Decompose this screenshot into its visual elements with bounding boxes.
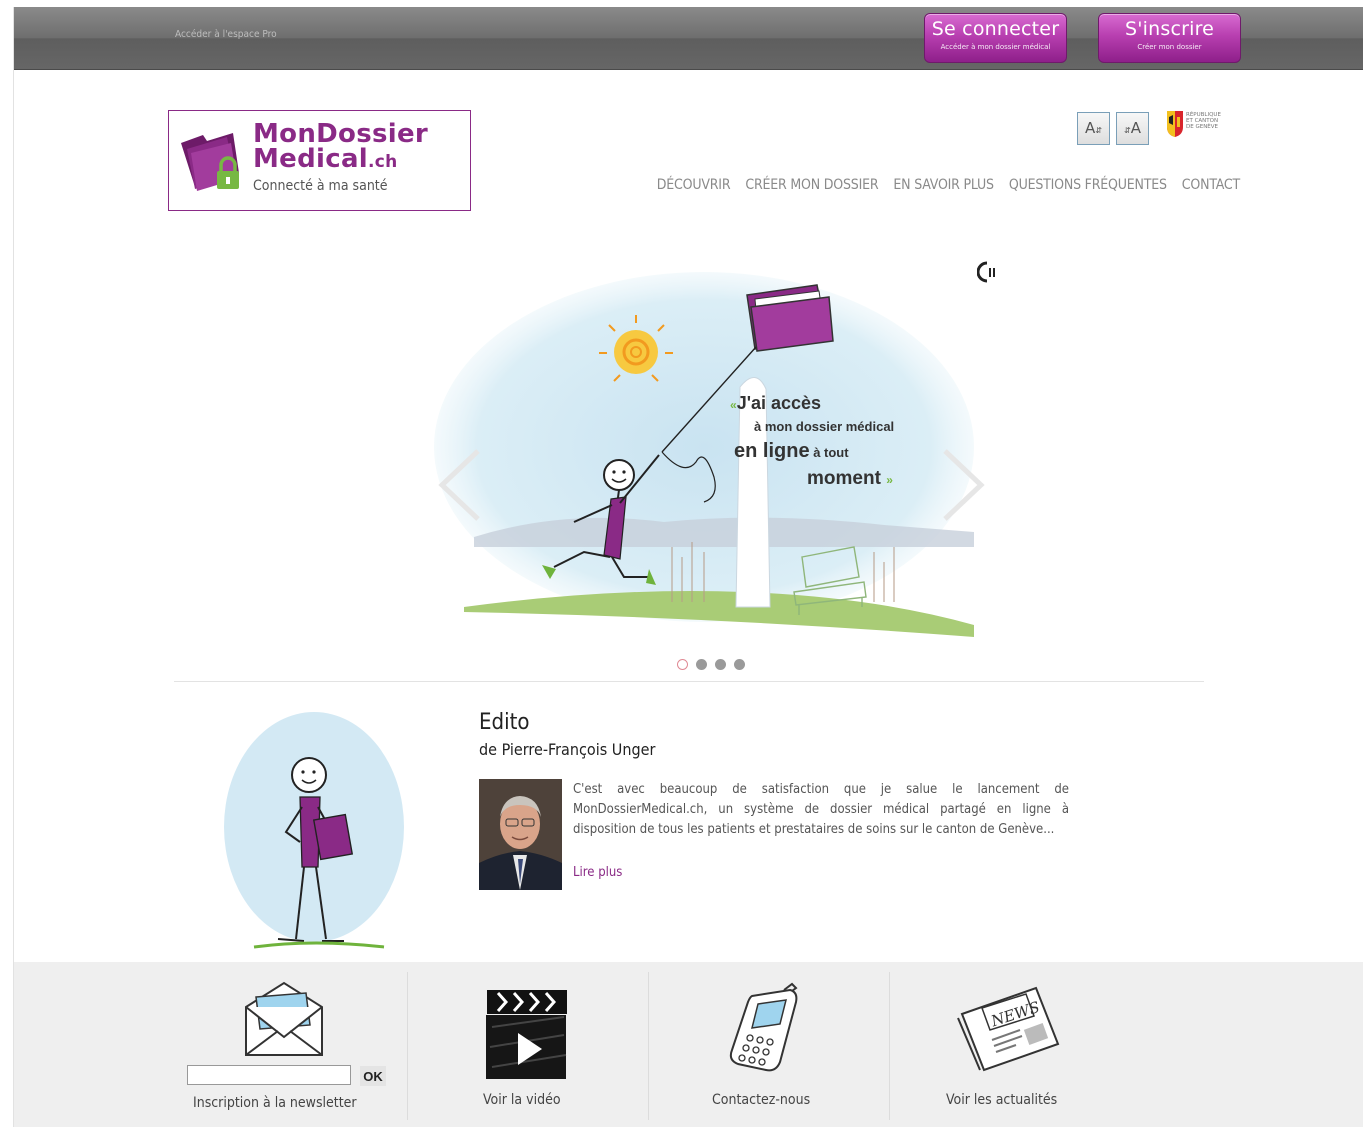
- quote-line1: «J'ai accès: [730, 393, 821, 414]
- nav-item-learn-more[interactable]: EN SAVOIR PLUS: [893, 177, 994, 193]
- slider-dots: [677, 659, 745, 670]
- hero-illustration: [434, 272, 974, 637]
- footer-separator: [407, 972, 408, 1120]
- slider-dot-1[interactable]: [677, 659, 688, 670]
- newsletter-email-input[interactable]: [187, 1065, 351, 1085]
- newsletter-ok-button[interactable]: OK: [360, 1066, 386, 1086]
- edito-text: C'est avec beaucoup de satisfaction que …: [573, 782, 1069, 837]
- slider-dot-2[interactable]: [696, 659, 707, 670]
- slider-dot-3[interactable]: [715, 659, 726, 670]
- nav-item-create-dossier[interactable]: CRÉER MON DOSSIER: [745, 177, 878, 193]
- nav-item-contact[interactable]: CONTACT: [1182, 177, 1240, 193]
- quote-line4: moment »: [807, 468, 893, 490]
- footer: OK Inscription à la newsletter Voir la v…: [14, 962, 1363, 1127]
- nav-item-faq[interactable]: QUESTIONS FRÉQUENTES: [1009, 177, 1167, 193]
- logo-line2-suffix: .ch: [368, 152, 398, 172]
- logo-line2-wrap: Medical.ch: [253, 144, 428, 175]
- section-divider: [174, 681, 1204, 682]
- canton-geneva-coat-icon[interactable]: [1165, 109, 1185, 139]
- register-button-label: S'inscrire: [1124, 18, 1215, 40]
- quote-line3-small: à tout: [809, 445, 849, 460]
- news-label[interactable]: Voir les actualités: [946, 1092, 1057, 1108]
- edito-illustration: [224, 712, 404, 949]
- canton-label: RÉPUBLIQUE ET CANTON DE GENÈVE: [1186, 112, 1221, 130]
- slider-pause-icon[interactable]: [977, 261, 999, 283]
- pro-space-link[interactable]: Accéder à l'espace Pro: [175, 29, 277, 40]
- quote-line3-big: en ligne: [734, 440, 810, 462]
- logo-wordmark: MonDossier Medical.ch: [253, 121, 428, 175]
- increase-arrows-icon: ⇵: [1124, 126, 1131, 135]
- contact-label[interactable]: Contactez-nous: [712, 1092, 810, 1108]
- envelope-icon: [245, 981, 323, 1056]
- video-clapper-icon[interactable]: [484, 987, 570, 1083]
- site-logo[interactable]: MonDossier Medical.ch Connecté à ma sant…: [168, 110, 471, 211]
- canton-line3: DE GENÈVE: [1186, 124, 1219, 130]
- newspaper-icon[interactable]: NEWS: [956, 984, 1066, 1074]
- slider-prev-arrow-icon[interactable]: [434, 447, 484, 523]
- logo-line2: Medical: [253, 144, 368, 174]
- increase-font-label: A: [1130, 119, 1141, 137]
- hero-slider: «J'ai accès à mon dossier médical en lig…: [414, 247, 1004, 670]
- decrease-font-label: A: [1085, 119, 1096, 137]
- folder-lock-icon: [181, 133, 239, 191]
- quote-open: «: [730, 398, 737, 412]
- author-photo: [479, 779, 562, 890]
- quote-line2: à mon dossier médical: [754, 419, 895, 434]
- quote-line3: en ligne à tout: [734, 440, 849, 463]
- login-button-label: Se connecter: [931, 18, 1060, 40]
- video-label[interactable]: Voir la vidéo: [483, 1092, 561, 1108]
- slider-dot-4[interactable]: [734, 659, 745, 670]
- phone-icon[interactable]: [722, 982, 814, 1074]
- slider-next-arrow-icon[interactable]: [939, 447, 989, 523]
- footer-separator: [889, 972, 890, 1120]
- register-button[interactable]: S'inscrire Créer mon dossier: [1098, 13, 1241, 63]
- login-button-sublabel: Accéder à mon dossier médical: [940, 43, 1051, 51]
- decrease-arrows-icon: ⇵: [1095, 126, 1102, 135]
- logo-tagline: Connecté à ma santé: [253, 178, 388, 194]
- quote-line1-text: J'ai accès: [736, 393, 822, 413]
- top-bar: Accéder à l'espace Pro Se connecter Accé…: [14, 7, 1363, 70]
- login-button[interactable]: Se connecter Accéder à mon dossier médic…: [924, 13, 1067, 63]
- footer-separator: [648, 972, 649, 1120]
- edito-title: Edito: [479, 710, 530, 735]
- newsletter-label[interactable]: Inscription à la newsletter: [193, 1095, 357, 1111]
- quote-close: »: [886, 473, 893, 487]
- register-button-sublabel: Créer mon dossier: [1137, 43, 1202, 51]
- page-frame: Accéder à l'espace Pro Se connecter Accé…: [13, 7, 1363, 1127]
- quote-line4-text: moment: [807, 468, 881, 489]
- increase-font-button[interactable]: ⇵A: [1116, 112, 1149, 145]
- main-nav: DÉCOUVRIR CRÉER MON DOSSIER EN SAVOIR PL…: [642, 177, 1240, 193]
- decrease-font-button[interactable]: A⇵: [1077, 112, 1110, 145]
- nav-item-discover[interactable]: DÉCOUVRIR: [657, 177, 731, 193]
- edito-subtitle: de Pierre-François Unger: [479, 740, 656, 759]
- read-more-link[interactable]: Lire plus: [573, 865, 622, 880]
